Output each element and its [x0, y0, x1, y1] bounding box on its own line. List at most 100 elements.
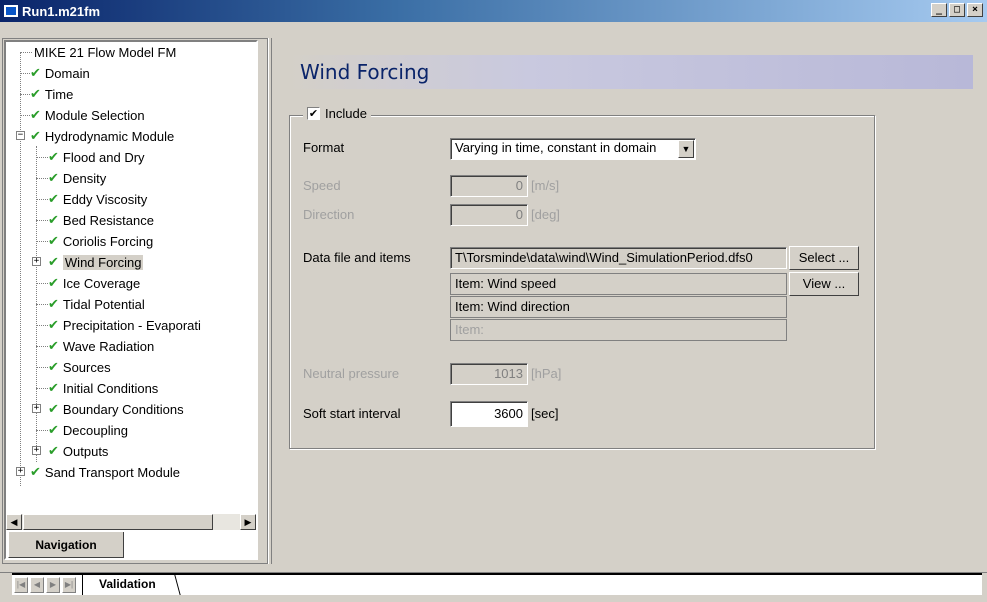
expand-icon[interactable]: + — [32, 446, 41, 455]
tree-item-module-selection[interactable]: ✔ Module Selection — [30, 105, 145, 126]
navigation-tree: MIKE 21 Flow Model FM ✔ Domain ✔ Time ✔ … — [6, 42, 256, 512]
tree-item-label: Wind Forcing — [62, 255, 144, 270]
tree-item-wave-radiation[interactable]: ✔ Wave Radiation — [48, 336, 154, 357]
speed-unit: [m/s] — [531, 178, 560, 193]
tree-item-root[interactable]: MIKE 21 Flow Model FM — [34, 42, 176, 63]
soft-start-label: Soft start interval — [303, 406, 401, 421]
tree-item-label: MIKE 21 Flow Model FM — [34, 45, 177, 60]
expand-icon[interactable]: + — [32, 257, 41, 266]
direction-field[interactable]: 0 — [450, 204, 528, 226]
select-button[interactable]: Select ... — [789, 246, 859, 270]
tree-item-wind-forcing[interactable]: ✔ Wind Forcing — [48, 252, 144, 273]
tree-item-flood-and-dry[interactable]: ✔ Flood and Dry — [48, 147, 145, 168]
tree-line — [36, 220, 48, 221]
page-title: Wind Forcing — [300, 60, 430, 84]
datafile-field: T\Torsminde\data\wind\Wind_SimulationPer… — [450, 247, 787, 269]
view-button[interactable]: View ... — [789, 272, 859, 296]
tree-item-density[interactable]: ✔ Density — [48, 168, 106, 189]
check-icon: ✔ — [48, 171, 59, 186]
tree-line — [36, 157, 48, 158]
tree-item-boundary-conditions[interactable]: ✔ Boundary Conditions — [48, 399, 184, 420]
tree-item-bed-resistance[interactable]: ✔ Bed Resistance — [48, 210, 154, 231]
close-button[interactable]: × — [967, 3, 983, 17]
tree-item-label: Bed Resistance — [62, 213, 154, 228]
item-wind-direction[interactable]: Item: Wind direction — [450, 296, 787, 318]
tree-item-label: Density — [62, 171, 107, 186]
check-icon: ✔ — [30, 129, 41, 144]
collapse-icon[interactable]: − — [16, 131, 25, 140]
tree-line — [36, 367, 48, 368]
tree-line — [20, 94, 30, 95]
tree-item-precipitation-evaporation[interactable]: ✔ Precipitation - Evaporati — [48, 315, 201, 336]
tree-item-sources[interactable]: ✔ Sources — [48, 357, 111, 378]
check-icon: ✔ — [30, 465, 41, 480]
tree-line — [20, 73, 30, 74]
expand-icon[interactable]: + — [16, 467, 25, 476]
tree-item-decoupling[interactable]: ✔ Decoupling — [48, 420, 128, 441]
tab-validation[interactable]: Validation — [82, 575, 172, 595]
tree-line — [36, 430, 48, 431]
include-checkbox[interactable]: ✔ — [307, 107, 320, 120]
check-icon: ✔ — [48, 234, 59, 249]
tree-item-initial-conditions[interactable]: ✔ Initial Conditions — [48, 378, 158, 399]
datafile-label: Data file and items — [303, 250, 411, 265]
check-icon: ✔ — [48, 402, 59, 417]
prev-tab-icon[interactable]: ◀ — [30, 577, 44, 593]
tree-line — [36, 241, 48, 242]
minimize-button[interactable]: _ — [931, 3, 947, 17]
tree-line — [20, 52, 21, 486]
scroll-right-icon[interactable]: ▶ — [240, 514, 256, 530]
direction-unit: [deg] — [531, 207, 560, 222]
tree-item-hydrodynamic-module[interactable]: ✔ Hydrodynamic Module — [30, 126, 174, 147]
tree-item-label: Domain — [44, 66, 90, 81]
dropdown-arrow-icon[interactable]: ▼ — [678, 140, 694, 158]
bottom-tab-bar: |◀ ◀ ▶ ▶| Validation — [0, 572, 987, 602]
tree-line — [36, 178, 48, 179]
check-icon: ✔ — [48, 192, 59, 207]
item-empty[interactable]: Item: — [450, 319, 787, 341]
tree-item-label: Decoupling — [62, 423, 128, 438]
speed-field[interactable]: 0 — [450, 175, 528, 197]
title-bar: Run1.m21fm _ □ × — [0, 0, 987, 22]
tree-line — [36, 199, 48, 200]
scroll-thumb[interactable] — [23, 514, 213, 530]
tree-item-label: Boundary Conditions — [62, 402, 184, 417]
tree-item-label: Module Selection — [44, 108, 145, 123]
tree-item-domain[interactable]: ✔ Domain — [30, 63, 90, 84]
expand-icon[interactable]: + — [32, 404, 41, 413]
maximize-button[interactable]: □ — [949, 3, 965, 17]
include-checkbox-row[interactable]: ✔ Include — [303, 106, 371, 121]
tree-line — [36, 325, 48, 326]
item-wind-speed[interactable]: Item: Wind speed — [450, 273, 787, 295]
tree-item-coriolis-forcing[interactable]: ✔ Coriolis Forcing — [48, 231, 153, 252]
window-controls: _ □ × — [929, 3, 983, 17]
tree-item-label: Flood and Dry — [62, 150, 145, 165]
tree-line — [36, 283, 48, 284]
navigation-pane: MIKE 21 Flow Model FM ✔ Domain ✔ Time ✔ … — [4, 40, 258, 560]
check-icon: ✔ — [30, 108, 41, 123]
tree-item-time[interactable]: ✔ Time — [30, 84, 73, 105]
tree-item-label: Eddy Viscosity — [62, 192, 148, 207]
soft-start-field[interactable]: 3600 — [450, 401, 528, 427]
tree-item-tidal-potential[interactable]: ✔ Tidal Potential — [48, 294, 145, 315]
tree-item-ice-coverage[interactable]: ✔ Ice Coverage — [48, 273, 140, 294]
scroll-left-icon[interactable]: ◀ — [6, 514, 22, 530]
pane-splitter[interactable] — [268, 38, 272, 564]
tree-item-sand-transport-module[interactable]: ✔ Sand Transport Module — [30, 462, 180, 483]
format-select[interactable]: Varying in time, constant in domain ▼ — [450, 138, 696, 160]
neutral-pressure-field[interactable]: 1013 — [450, 363, 528, 385]
horizontal-scrollbar[interactable]: ◀ ▶ — [6, 514, 256, 530]
tree-item-label: Initial Conditions — [62, 381, 159, 396]
speed-label: Speed — [303, 178, 341, 193]
tree-item-outputs[interactable]: ✔ Outputs — [48, 441, 108, 462]
tree-item-label: Sources — [62, 360, 111, 375]
tree-item-eddy-viscosity[interactable]: ✔ Eddy Viscosity — [48, 189, 147, 210]
tab-navigation[interactable]: Navigation — [8, 532, 124, 558]
section-header: Wind Forcing — [288, 55, 973, 89]
last-tab-icon[interactable]: ▶| — [62, 577, 76, 593]
check-icon: ✔ — [48, 423, 59, 438]
check-icon: ✔ — [48, 276, 59, 291]
next-tab-icon[interactable]: ▶ — [46, 577, 60, 593]
check-icon: ✔ — [48, 381, 59, 396]
first-tab-icon[interactable]: |◀ — [14, 577, 28, 593]
